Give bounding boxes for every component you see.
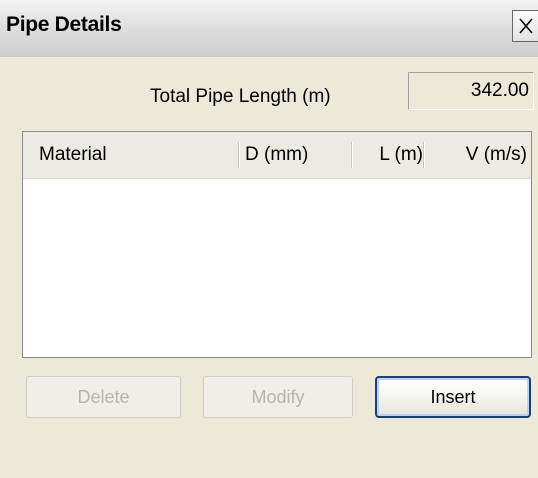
pipe-list[interactable]: Material D (mm) L (m) V (m/s) (22, 131, 532, 358)
column-header-material[interactable]: Material (39, 132, 229, 178)
modify-button[interactable]: Modify (203, 376, 353, 418)
insert-button[interactable]: Insert (375, 376, 531, 418)
close-button[interactable] (512, 10, 538, 42)
delete-button[interactable]: Delete (26, 376, 181, 418)
list-header: Material D (mm) L (m) V (m/s) (23, 132, 531, 179)
total-pipe-length-field: 342.00 (408, 72, 534, 110)
title-bar: Pipe Details (0, 0, 538, 57)
close-icon (518, 17, 534, 35)
column-header-diameter[interactable]: D (mm) (241, 132, 351, 178)
window-title: Pipe Details (6, 13, 122, 36)
column-header-length[interactable]: L (m) (353, 132, 425, 178)
total-pipe-length-label: Total Pipe Length (m) (150, 86, 331, 107)
list-body[interactable] (23, 179, 531, 357)
column-separator[interactable] (238, 142, 240, 168)
column-header-velocity[interactable]: V (m/s) (425, 132, 529, 178)
